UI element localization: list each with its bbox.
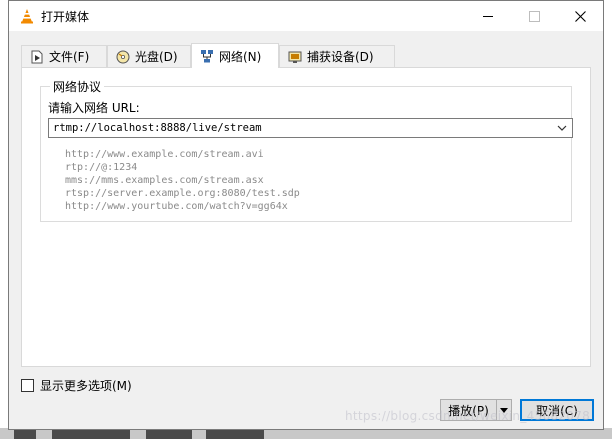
maximize-button[interactable] [511, 1, 557, 31]
url-example: rtsp://server.example.org:8080/test.sdp [65, 188, 300, 199]
open-media-dialog: 打开媒体 文件(F) 光盘(D) 网络(N) 捕获设备(D) 网络协议 请输入网… [8, 0, 604, 430]
dialog-title: 打开媒体 [41, 10, 90, 24]
more-options-label: 显示更多选项(M) [40, 379, 132, 393]
maximize-icon [528, 10, 540, 22]
background-app-right [604, 0, 612, 439]
url-example: rtp://@:1234 [65, 162, 138, 173]
title-bar: 打开媒体 [9, 1, 603, 31]
close-button[interactable] [557, 1, 603, 31]
url-combobox[interactable]: rtmp://localhost:8888/live/stream [48, 118, 573, 138]
url-example: http://www.yourtube.com/watch?v=gg64x [65, 201, 288, 212]
network-icon [201, 50, 213, 63]
tab-disc[interactable]: 光盘(D) [107, 45, 191, 67]
capture-device-icon [288, 51, 302, 63]
tab-file[interactable]: 文件(F) [21, 45, 107, 67]
tab-capture-device-label: 捕获设备(D) [307, 50, 374, 64]
disc-icon [116, 50, 130, 63]
url-input[interactable]: rtmp://localhost:8888/live/stream [53, 122, 262, 134]
more-options-checkbox[interactable] [21, 379, 34, 392]
url-examples: http://www.example.com/stream.avi rtp://… [65, 148, 300, 213]
url-example: mms://mms.examples.com/stream.asx [65, 175, 264, 186]
chevron-down-icon[interactable] [556, 122, 568, 134]
url-example: http://www.example.com/stream.avi [65, 149, 264, 160]
close-icon [574, 10, 586, 22]
network-protocol-group-title: 网络协议 [50, 78, 105, 95]
watermark: https://blog.csdn.net/weixin_45682078 [345, 409, 591, 423]
minimize-icon [483, 15, 493, 17]
file-play-icon [31, 50, 43, 63]
tab-network-label: 网络(N) [219, 49, 262, 64]
url-label: 请输入网络 URL: [48, 101, 140, 115]
tab-capture-device[interactable]: 捕获设备(D) [279, 45, 395, 67]
network-tab-panel: 网络协议 请输入网络 URL: rtmp://localhost:8888/li… [21, 67, 591, 367]
tab-network[interactable]: 网络(N) [191, 43, 279, 68]
more-options-toggle[interactable]: 显示更多选项(M) [21, 377, 132, 394]
vlc-icon [21, 9, 33, 24]
tab-file-label: 文件(F) [49, 50, 90, 64]
minimize-button[interactable] [465, 1, 511, 31]
tab-disc-label: 光盘(D) [135, 50, 178, 64]
